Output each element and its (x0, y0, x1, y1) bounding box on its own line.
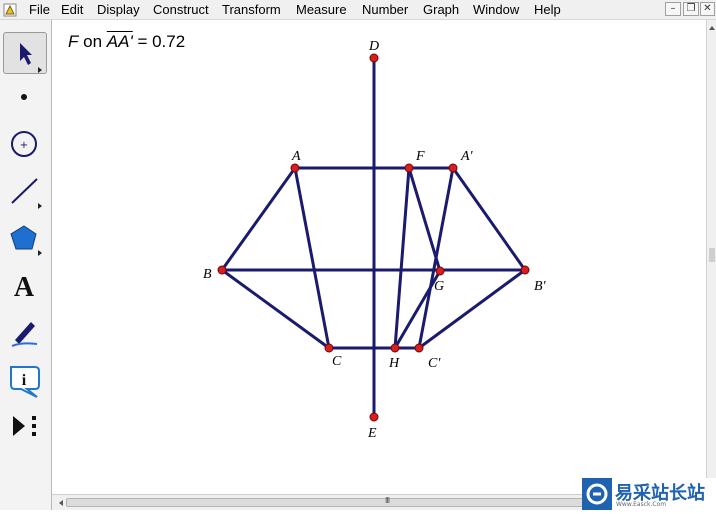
point-B[interactable] (217, 265, 227, 275)
svg-text:+: + (20, 140, 28, 151)
marker-tool[interactable] (3, 312, 47, 354)
point-F[interactable] (404, 163, 414, 173)
straightedge-tool[interactable] (3, 171, 47, 213)
info-tool-glyph: i (22, 372, 27, 389)
vertical-scrollbar[interactable] (706, 20, 716, 494)
segment-F-G[interactable] (407, 166, 442, 273)
scroll-thumb[interactable]: III (66, 496, 586, 507)
menu-window[interactable]: Window (473, 2, 519, 17)
menu-bar: File Edit Display Construct Transform Me… (0, 0, 716, 20)
pentagon-icon (10, 225, 42, 256)
measure-point: F (68, 32, 79, 51)
menu-graph[interactable]: Graph (423, 2, 459, 17)
label-G[interactable]: G (434, 279, 444, 294)
label-C[interactable]: C (332, 354, 342, 369)
scroll-arrow-icon (709, 26, 715, 488)
arrow-icon (20, 43, 42, 73)
point-A-prime[interactable] (448, 163, 458, 173)
label-D[interactable]: D (368, 39, 379, 54)
segment-F-H[interactable] (393, 166, 411, 350)
label-H[interactable]: H (388, 356, 400, 371)
measure-segment: AA' (106, 32, 133, 51)
menu-edit[interactable]: Edit (61, 2, 83, 17)
point-H[interactable] (390, 343, 400, 353)
text-tool-glyph: A (14, 272, 35, 303)
point-G[interactable] (435, 266, 445, 276)
label-F[interactable]: F (415, 149, 425, 164)
segment-Ap-Bp[interactable] (451, 166, 527, 272)
arrow-select-tool[interactable] (3, 32, 47, 74)
point-B-prime[interactable] (520, 265, 530, 275)
scroll-grip: III (385, 496, 390, 505)
marker-pen-icon (11, 322, 38, 347)
menu-measure[interactable]: Measure (296, 2, 347, 17)
label-C-prime[interactable]: C' (428, 356, 441, 371)
segment-A-B[interactable] (220, 166, 297, 272)
toolbox: + A i (0, 20, 52, 510)
sketchpad-app-icon[interactable] (3, 3, 17, 17)
custom-tool[interactable] (3, 406, 47, 448)
segments-layer (220, 56, 527, 419)
close-button[interactable]: ✕ (700, 2, 715, 16)
point-tool[interactable] (3, 77, 47, 119)
segment-Bp-Cp[interactable] (417, 268, 527, 350)
segment-B-C[interactable] (220, 268, 331, 350)
restore-button[interactable]: ❐ (683, 2, 699, 16)
measure-on: on (83, 32, 103, 51)
point-D[interactable] (369, 53, 379, 63)
label-E[interactable]: E (367, 426, 377, 441)
watermark: 易采站长站 Www.Easck.Com (582, 478, 716, 510)
menu-help[interactable]: Help (534, 2, 561, 17)
measure-value: = 0.72 (137, 32, 186, 51)
watermark-sub: Www.Easck.Com (616, 501, 667, 508)
polygon-tool[interactable] (3, 218, 47, 260)
label-B-prime[interactable]: B' (534, 279, 547, 294)
information-tool[interactable]: i (3, 359, 47, 401)
menu-file[interactable]: File (29, 2, 50, 17)
play-more-icon (13, 416, 36, 436)
label-A-prime[interactable]: A' (460, 149, 474, 164)
minimize-button[interactable]: – (665, 2, 681, 16)
text-a-icon: A (14, 272, 35, 303)
horizontal-scrollbar[interactable]: III (52, 494, 592, 510)
point-icon (21, 94, 27, 100)
menu-number[interactable]: Number (362, 2, 408, 17)
line-segment-icon (11, 178, 42, 209)
info-icon: i (10, 366, 40, 398)
segment-A-C[interactable] (293, 166, 331, 350)
menu-transform[interactable]: Transform (222, 2, 281, 17)
segment-Ap-Cp[interactable] (417, 166, 455, 350)
points-layer (217, 53, 530, 422)
point-A[interactable] (290, 163, 300, 173)
menu-construct[interactable]: Construct (153, 2, 209, 17)
label-B[interactable]: B (203, 267, 212, 282)
sketch-canvas[interactable]: A F A' B G B' C H C' D E (0, 0, 716, 510)
text-tool[interactable]: A (3, 265, 47, 307)
label-A[interactable]: A (291, 149, 301, 164)
labels-layer: A F A' B G B' C H C' D E (203, 39, 547, 441)
point-C[interactable] (324, 343, 334, 353)
measurement-label[interactable]: F on AA' = 0.72 (68, 32, 185, 52)
segment-G-H[interactable] (393, 269, 442, 350)
menu-display[interactable]: Display (97, 2, 140, 17)
point-E[interactable] (369, 412, 379, 422)
circle-icon: + (11, 131, 37, 157)
compass-tool[interactable]: + (3, 124, 47, 166)
point-C-prime[interactable] (414, 343, 424, 353)
